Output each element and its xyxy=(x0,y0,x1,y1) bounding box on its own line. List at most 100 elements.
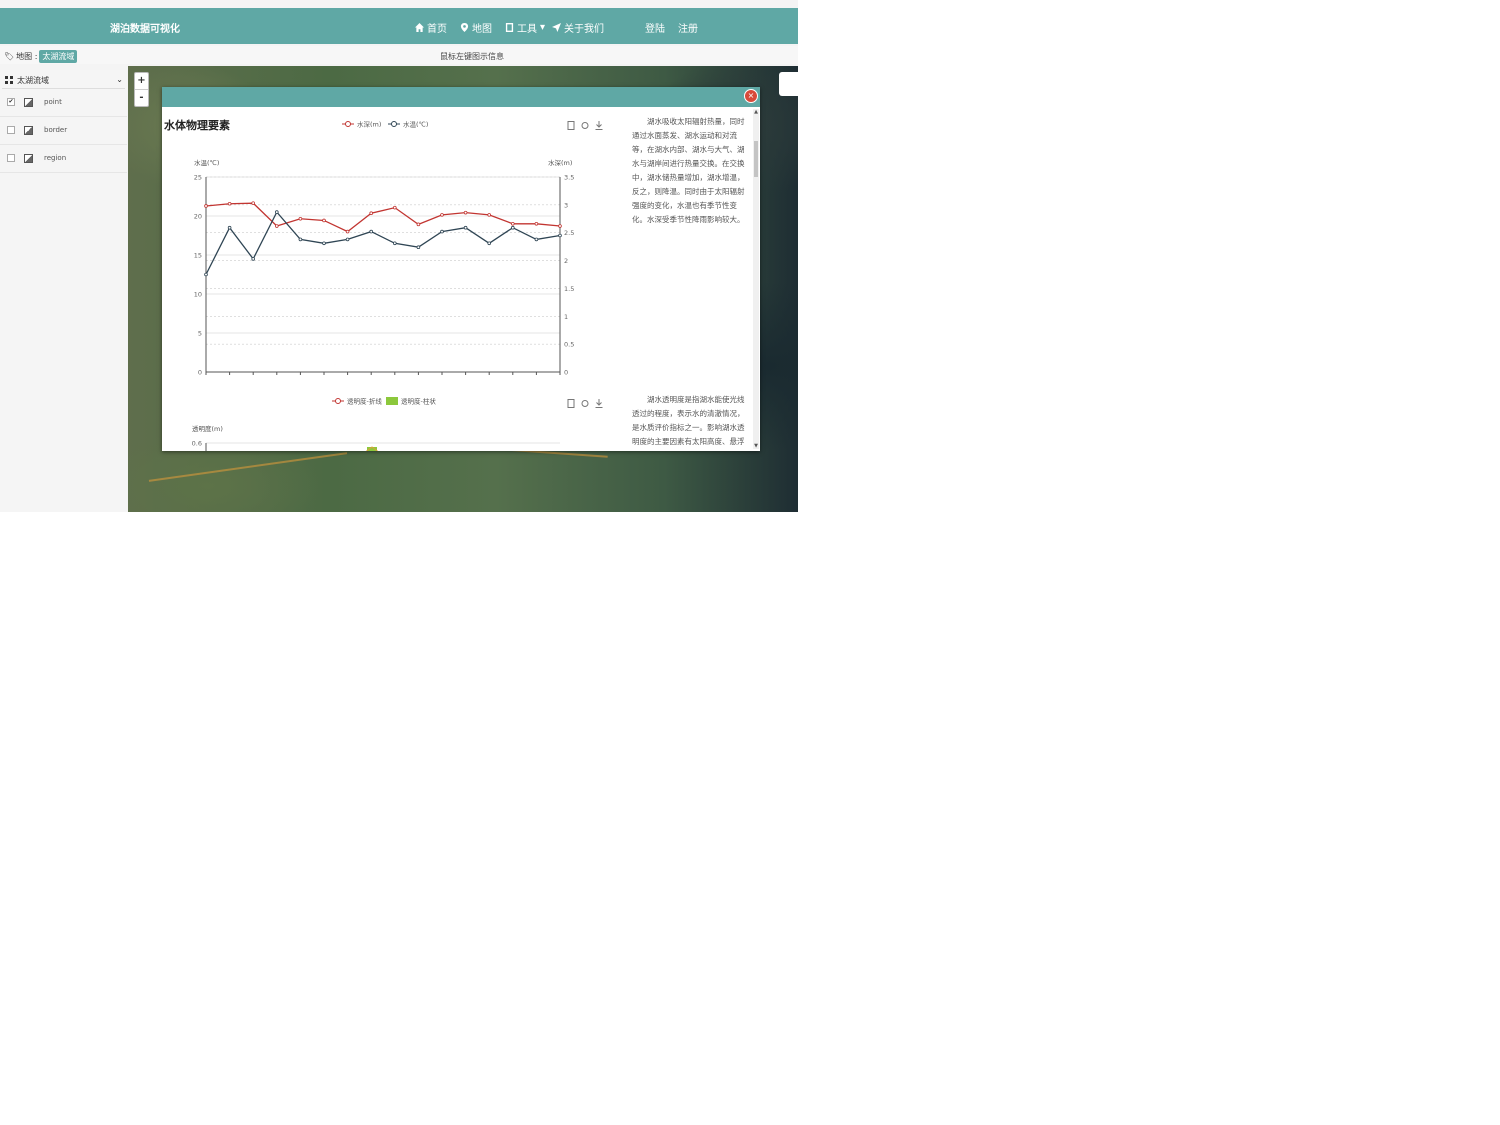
info-popup: × 水体物理要素 0 5 10 15 20 25 0 0.5 1 1.5 2 2.5 3 3.5 水温(℃)… xyxy=(162,87,760,451)
popup-scrollbar[interactable]: ▲ ▼ xyxy=(753,109,759,449)
restore-icon[interactable] xyxy=(581,399,589,408)
brand-title[interactable]: 湖泊数据可视化 xyxy=(110,20,180,35)
zoom-in-button[interactable]: + xyxy=(135,73,148,89)
picture-icon xyxy=(24,153,33,163)
series-line xyxy=(205,202,561,233)
data-point xyxy=(322,241,326,246)
popup-header[interactable]: × xyxy=(162,87,760,107)
breadcrumb-current[interactable]: 太湖流域 xyxy=(39,50,78,63)
y-axis-title-left: 水温(℃) xyxy=(194,158,219,167)
save-image-icon[interactable] xyxy=(595,399,603,408)
tags-icon: 🏷 xyxy=(4,52,15,61)
y-tick-label-right: 3 xyxy=(564,201,568,209)
nav-tools-label: 工具 xyxy=(517,24,537,35)
layer-row-border[interactable]: border xyxy=(0,116,127,145)
scroll-down-icon[interactable]: ▼ xyxy=(753,443,759,449)
legend-marker xyxy=(335,398,341,404)
layer-name-border: border xyxy=(44,126,68,134)
layer-row-region[interactable]: region xyxy=(0,144,127,173)
chevron-down-icon: ⌄ xyxy=(116,75,123,84)
data-point xyxy=(369,229,374,234)
login-link[interactable]: 登陆 xyxy=(645,20,665,35)
data-point xyxy=(251,257,255,261)
nav-about[interactable]: 关于我们 xyxy=(552,20,604,35)
y-tick-label-left: 0 xyxy=(198,369,202,377)
save-image-icon[interactable] xyxy=(595,121,603,130)
data-point xyxy=(275,210,279,214)
map-zoom-control: + - xyxy=(134,72,149,107)
register-link[interactable]: 注册 xyxy=(678,20,698,35)
data-point xyxy=(510,225,515,230)
layer-checkbox-border[interactable] xyxy=(7,126,15,134)
restore-icon[interactable] xyxy=(581,121,589,130)
y-tick-label-right: 2 xyxy=(564,257,568,265)
scroll-up-icon[interactable]: ▲ xyxy=(753,109,759,115)
legend-marker xyxy=(345,121,351,127)
picture-icon xyxy=(24,125,33,135)
legend-label: 水温(℃) xyxy=(403,120,428,129)
data-point xyxy=(251,201,255,205)
legend-label: 水深(m) xyxy=(357,120,381,129)
scroll-thumb[interactable] xyxy=(754,141,758,177)
close-button[interactable]: × xyxy=(744,89,758,103)
y-tick-label: 0.6 xyxy=(192,440,202,448)
y-tick-label-right: 0 xyxy=(564,369,568,377)
nav-map[interactable]: 地图 xyxy=(460,20,492,35)
layer-checkbox-region[interactable] xyxy=(7,154,15,162)
breadcrumb: 🏷 地图 : 太湖流域 xyxy=(4,50,78,63)
nav-tools-dropdown[interactable]: 工具 ▾ xyxy=(505,20,545,35)
layer-sidebar: 太湖流域 ⌄ ✔ point border region xyxy=(0,70,127,512)
data-point xyxy=(298,216,303,221)
y-tick-label-right: 1.5 xyxy=(564,285,574,293)
data-point xyxy=(227,201,232,206)
data-point xyxy=(393,241,397,246)
y-tick-label-right: 3.5 xyxy=(564,174,574,182)
map-layer-control[interactable] xyxy=(779,72,798,96)
data-point xyxy=(416,222,421,227)
legend-marker xyxy=(391,121,397,127)
data-point xyxy=(345,229,350,234)
layer-row-point[interactable]: ✔ point xyxy=(0,88,127,117)
navbar: 湖泊数据可视化 首页 地图 工具 ▾ 关于我们 登陆 注册 xyxy=(0,8,798,44)
picture-icon xyxy=(24,97,33,107)
data-point xyxy=(487,241,492,246)
y-tick-label-left: 20 xyxy=(194,213,202,221)
data-point xyxy=(463,210,468,215)
data-point xyxy=(510,222,515,226)
y-tick-label-left: 10 xyxy=(194,291,202,299)
nav-home[interactable]: 首页 xyxy=(415,20,447,35)
y-tick-label-right: 0.5 xyxy=(564,341,574,349)
layer-group-value: 太湖流域 xyxy=(17,75,49,85)
legend-swatch xyxy=(386,397,398,405)
layer-checkbox-point[interactable]: ✔ xyxy=(7,98,15,106)
data-view-icon[interactable] xyxy=(567,399,575,408)
data-point xyxy=(322,218,326,223)
data-point xyxy=(416,245,421,250)
chart2-toolbox xyxy=(567,399,603,408)
data-point xyxy=(534,237,539,242)
data-point xyxy=(487,213,492,217)
y-tick-label-left: 25 xyxy=(194,174,202,182)
data-view-icon[interactable] xyxy=(567,121,575,130)
chart-transparency[interactable]: 透明度-折线 透明度-柱状透明度(m) 0.6 xyxy=(162,379,602,451)
legend-label: 透明度-折线 xyxy=(347,397,382,406)
y-tick-label-left: 5 xyxy=(198,330,202,338)
popup-body: 水体物理要素 0 5 10 15 20 25 0 0.5 1 1.5 2 2.5 3 3.5 水温(℃) 水深… xyxy=(162,107,752,451)
zoom-out-button[interactable]: - xyxy=(135,89,148,106)
y-tick-label-right: 2.5 xyxy=(564,229,574,237)
breadcrumb-prefix: 地图 : xyxy=(16,52,38,61)
data-point xyxy=(204,272,208,277)
data-point xyxy=(345,237,350,242)
map-marker-icon xyxy=(460,23,469,32)
data-point xyxy=(227,225,232,230)
chart2-description: 湖水透明度是指湖水能使光线透过的程度，表示水的清澈情况，是水质评价指标之一。影响… xyxy=(632,395,745,446)
chart-water-physics[interactable]: 051015202500.511.522.533.5水温(℃)水深(m)1991… xyxy=(162,107,602,377)
data-point xyxy=(393,205,397,210)
chart1-toolbox xyxy=(567,121,603,130)
y-axis-title: 透明度(m) xyxy=(192,424,223,433)
data-point xyxy=(534,222,539,226)
send-icon xyxy=(552,23,561,32)
caret-down-icon: ▾ xyxy=(540,22,546,33)
layer-group-select[interactable]: 太湖流域 ⌄ xyxy=(2,72,125,89)
data-point xyxy=(275,224,279,228)
